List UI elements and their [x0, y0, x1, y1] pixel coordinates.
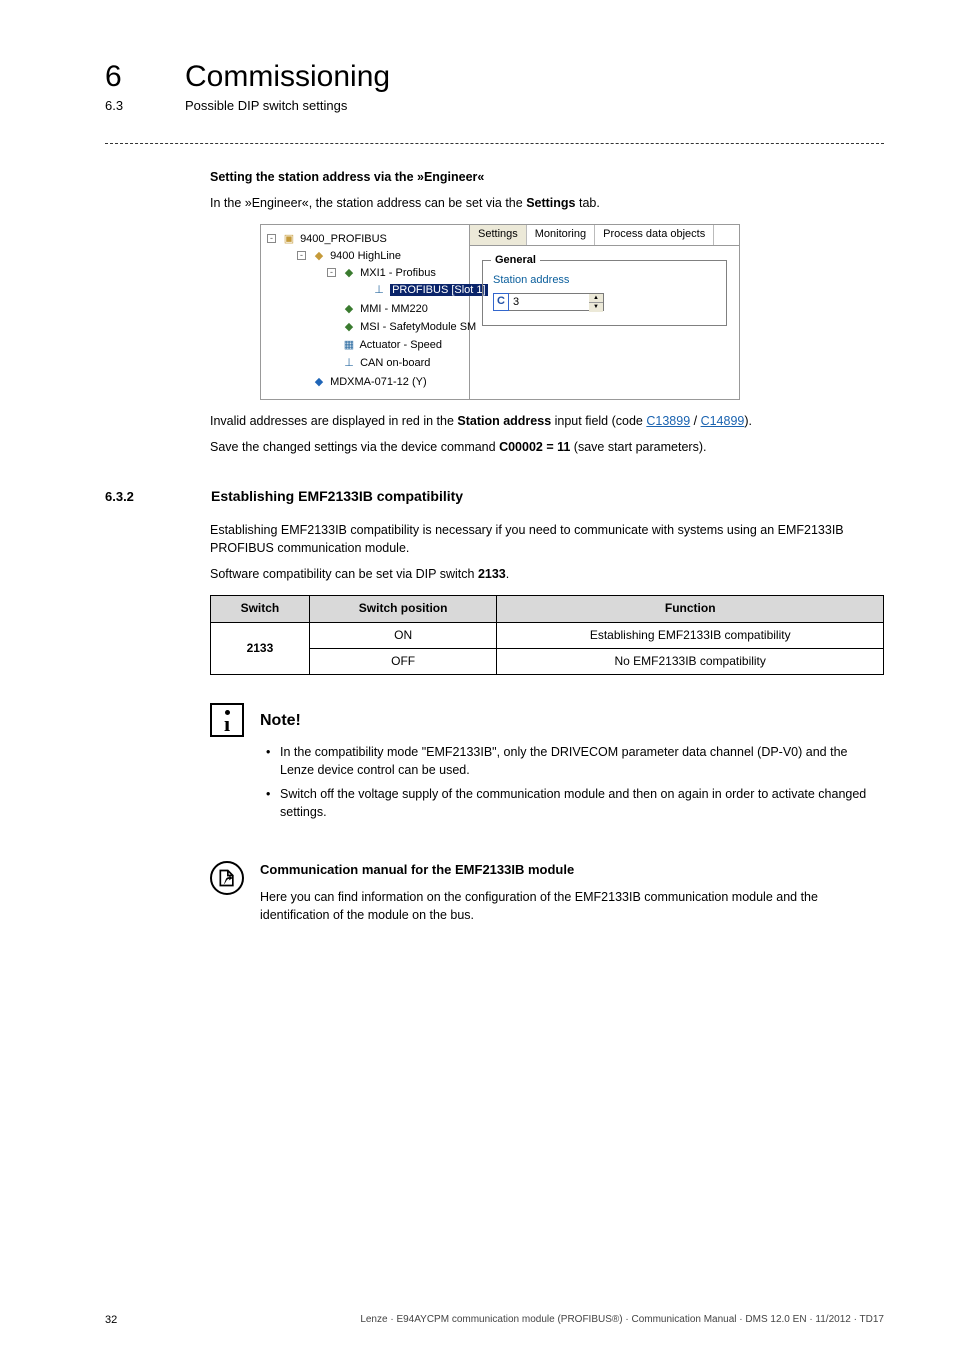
general-group: General Station address C ▲ ▼ [482, 260, 727, 326]
drive-icon: ◆ [313, 375, 325, 391]
text: (save start parameters). [570, 440, 706, 454]
block-icon: ▦ [343, 338, 355, 354]
table-row: OFF No EMF2133IB compatibility [211, 648, 884, 674]
group-legend: General [491, 253, 540, 269]
info-icon: ı [210, 703, 244, 737]
module-icon: ◆ [343, 320, 355, 336]
text: tab. [576, 196, 600, 210]
tree-node[interactable]: ◆ MDXMA-071-12 (Y) [297, 374, 459, 392]
tree-node[interactable]: ▦ Actuator - Speed [327, 337, 459, 355]
text: Save the changed settings via the device… [210, 440, 499, 454]
manual-icon [210, 861, 244, 895]
text-bold: 2133 [478, 567, 506, 581]
manual-title: Communication manual for the EMF2133IB m… [260, 861, 884, 880]
collapse-icon[interactable]: - [267, 234, 276, 243]
chapter-title: Commissioning [185, 60, 390, 94]
tree-node-selected[interactable]: ⊥ PROFIBUS [Slot 1] [357, 282, 459, 300]
subsection-title: Establishing EMF2133IB compatibility [211, 486, 463, 506]
station-address-input[interactable] [509, 293, 589, 311]
text: . [506, 567, 509, 581]
project-icon: ▣ [283, 232, 295, 248]
cell-function: Establishing EMF2133IB compatibility [497, 622, 884, 648]
device-icon: ◆ [313, 249, 325, 265]
tree-label: MMI - MM220 [360, 303, 428, 315]
text: input field (code [551, 414, 646, 428]
cell-function: No EMF2133IB compatibility [497, 648, 884, 674]
intro-heading: Setting the station address via the »Eng… [210, 168, 884, 186]
tree-label: 9400_PROFIBUS [300, 233, 387, 245]
text-bold: Station address [457, 414, 551, 428]
section-number: 6.3 [105, 98, 145, 113]
page-number: 32 [105, 1314, 117, 1326]
text-bold: C00002 = 11 [499, 440, 570, 454]
manual-body: Here you can find information on the con… [260, 888, 884, 924]
tree-root[interactable]: - ▣ 9400_PROFIBUS - ◆ 9400 HighLine [267, 231, 459, 392]
col-switch: Switch [211, 596, 310, 622]
tree-node[interactable]: - ◆ MXI1 - Profibus ⊥ PROFIBUS [Slot 1] [327, 265, 459, 301]
dip-switch-table: Switch Switch position Function 2133 ON … [210, 595, 884, 675]
cell-position: ON [309, 622, 497, 648]
col-function: Function [497, 596, 884, 622]
text: Invalid addresses are displayed in red i… [210, 414, 457, 428]
footer-line: Lenze · E94AYCPM communication module (P… [360, 1314, 884, 1326]
tree-label: MDXMA-071-12 (Y) [330, 376, 427, 388]
paragraph: Establishing EMF2133IB compatibility is … [210, 521, 884, 557]
section-title: Possible DIP switch settings [185, 98, 347, 113]
tree-node[interactable]: - ◆ 9400 HighLine - ◆ MXI1 - Profibus [297, 248, 459, 374]
engineer-screenshot: - ▣ 9400_PROFIBUS - ◆ 9400 HighLine [260, 224, 740, 399]
manual-reference-box: Communication manual for the EMF2133IB m… [210, 861, 884, 924]
tree-label: CAN on-board [360, 357, 430, 369]
tree-node[interactable]: ◆ MMI - MM220 [327, 301, 459, 319]
settings-pane: Settings Monitoring Process data objects… [470, 224, 740, 399]
text: In the »Engineer«, the station address c… [210, 196, 526, 210]
tree-label: 9400 HighLine [330, 250, 401, 262]
text: / [690, 414, 700, 428]
invalid-address-note: Invalid addresses are displayed in red i… [210, 412, 884, 430]
spinner[interactable]: ▲ ▼ [589, 293, 604, 311]
bus-icon: ⊥ [373, 283, 385, 299]
station-address-label: Station address [493, 273, 716, 289]
text-bold: Settings [526, 196, 575, 210]
note-bullet: Switch off the voltage supply of the com… [266, 785, 884, 821]
note-bullet: In the compatibility mode "EMF2133IB", o… [266, 743, 884, 779]
code-indicator: C [493, 293, 509, 311]
chapter-number: 6 [105, 60, 145, 94]
note-title: Note! [260, 709, 884, 732]
text: Software compatibility can be set via DI… [210, 567, 478, 581]
text: ). [744, 414, 752, 428]
tree-node[interactable]: ⊥ CAN on-board [327, 355, 459, 373]
table-row: 2133 ON Establishing EMF2133IB compatibi… [211, 622, 884, 648]
collapse-icon[interactable]: - [297, 251, 306, 260]
tab-process-data[interactable]: Process data objects [595, 225, 714, 245]
collapse-icon[interactable]: - [327, 268, 336, 277]
tab-monitoring[interactable]: Monitoring [527, 225, 595, 245]
tree-label: MSI - SafetyModule SM [360, 321, 476, 333]
subsection-number: 6.3.2 [105, 488, 171, 507]
spinner-up-icon[interactable]: ▲ [589, 294, 603, 303]
tab-settings[interactable]: Settings [470, 225, 527, 245]
module-icon: ◆ [343, 302, 355, 318]
tree-node[interactable]: ◆ MSI - SafetyModule SM [327, 319, 459, 337]
bus-icon: ⊥ [343, 356, 355, 372]
tree-pane: - ▣ 9400_PROFIBUS - ◆ 9400 HighLine [260, 224, 470, 399]
cell-position: OFF [309, 648, 497, 674]
note-box: ı Note! In the compatibility mode "EMF21… [210, 703, 884, 827]
code-link-c14899[interactable]: C14899 [701, 414, 745, 428]
spinner-down-icon[interactable]: ▼ [589, 303, 603, 312]
save-settings-note: Save the changed settings via the device… [210, 438, 884, 456]
tree-label-selected: PROFIBUS [Slot 1] [390, 284, 488, 296]
tree-label: MXI1 - Profibus [360, 267, 436, 279]
code-link-c13899[interactable]: C13899 [646, 414, 690, 428]
tree-label: Actuator - Speed [359, 339, 442, 351]
module-icon: ◆ [343, 266, 355, 282]
divider [105, 143, 884, 144]
paragraph: Software compatibility can be set via DI… [210, 565, 884, 583]
col-position: Switch position [309, 596, 497, 622]
intro-line: In the »Engineer«, the station address c… [210, 194, 884, 212]
cell-switch: 2133 [211, 622, 310, 675]
